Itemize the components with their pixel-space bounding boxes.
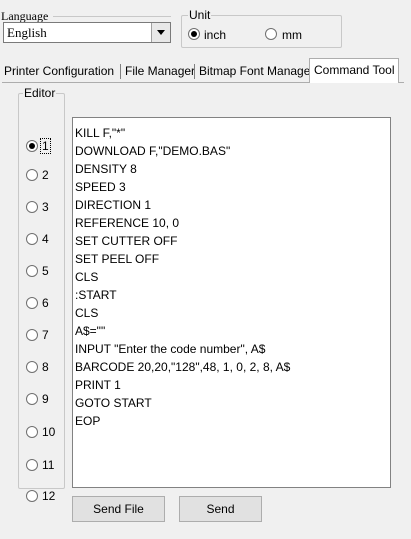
- editor-label-7[interactable]: 7: [42, 328, 49, 342]
- editor-radio-7[interactable]: [26, 329, 38, 341]
- code-line: PRINT 1: [75, 378, 121, 392]
- code-line: SPEED 3: [75, 180, 126, 194]
- editor-radio-3[interactable]: [26, 201, 38, 213]
- send-button[interactable]: Send: [179, 496, 262, 522]
- code-line: DIRECTION 1: [75, 198, 152, 212]
- tab-printer-configuration[interactable]: Printer Configuration: [2, 60, 116, 82]
- editor-radio-12[interactable]: [26, 490, 38, 502]
- language-legend: Language: [1, 9, 51, 23]
- code-line: CLS: [75, 306, 99, 320]
- code-line: EOP: [75, 414, 101, 428]
- chevron-down-icon: [157, 30, 165, 35]
- tab-bitmap-font-manager[interactable]: Bitmap Font Manager: [197, 60, 316, 82]
- editor-radio-8[interactable]: [26, 361, 38, 373]
- code-line: REFERENCE 10, 0: [75, 216, 180, 230]
- code-line: INPUT "Enter the code number", A$: [75, 342, 266, 356]
- editor-radio-10[interactable]: [26, 426, 38, 438]
- tab-command-tool[interactable]: Command Tool: [309, 58, 400, 83]
- unit-legend: Unit: [188, 8, 212, 22]
- language-dropdown-button[interactable]: [151, 23, 170, 42]
- unit-radio-inch[interactable]: [188, 28, 200, 40]
- editor-label-5[interactable]: 5: [42, 264, 49, 278]
- editor-label-6[interactable]: 6: [42, 296, 49, 310]
- send-file-button[interactable]: Send File: [72, 496, 165, 522]
- editor-radio-4[interactable]: [26, 233, 38, 245]
- code-line: KILL F,"*": [75, 126, 126, 140]
- code-line: SET PEEL OFF: [75, 252, 160, 266]
- editor-radio-1[interactable]: [26, 140, 38, 152]
- editor-radio-6[interactable]: [26, 297, 38, 309]
- editor-radio-9[interactable]: [26, 393, 38, 405]
- code-line: DENSITY 8: [75, 162, 137, 176]
- tab-separator: [194, 64, 195, 79]
- editor-label-1[interactable]: 1: [40, 138, 51, 154]
- editor-label-3[interactable]: 3: [42, 200, 49, 214]
- code-line: BARCODE 20,20,"128",48, 1, 0, 2, 8, A$: [75, 360, 291, 374]
- language-select[interactable]: English: [3, 22, 171, 43]
- code-line: GOTO START: [75, 396, 152, 410]
- editor-label-8[interactable]: 8: [42, 360, 49, 374]
- code-line: A$="": [75, 324, 106, 338]
- language-frame-top: [53, 16, 171, 17]
- code-line: SET CUTTER OFF: [75, 234, 178, 248]
- editor-label-10[interactable]: 10: [42, 425, 55, 439]
- tab-separator: [120, 64, 121, 79]
- command-editor-textarea[interactable]: KILL F,"*" DOWNLOAD F,"DEMO.BAS" DENSITY…: [72, 117, 391, 488]
- editor-radio-11[interactable]: [26, 459, 38, 471]
- editor-radio-5[interactable]: [26, 265, 38, 277]
- code-line: CLS: [75, 270, 99, 284]
- tab-bar: Printer Configuration File Manager Bitma…: [2, 58, 404, 83]
- editor-label-9[interactable]: 9: [42, 392, 49, 406]
- tab-file-manager[interactable]: File Manager: [123, 60, 197, 82]
- unit-label-inch[interactable]: inch: [204, 28, 226, 42]
- editor-label-11[interactable]: 11: [42, 458, 54, 472]
- editor-radio-2[interactable]: [26, 169, 38, 181]
- unit-radio-mm[interactable]: [265, 28, 277, 40]
- language-select-value: English: [7, 25, 47, 40]
- code-line: DOWNLOAD F,"DEMO.BAS": [75, 144, 231, 158]
- unit-label-mm[interactable]: mm: [282, 28, 302, 42]
- editor-label-4[interactable]: 4: [42, 232, 49, 246]
- editor-label-2[interactable]: 2: [42, 168, 49, 182]
- editor-label-12[interactable]: 12: [42, 489, 55, 503]
- editor-legend: Editor: [23, 86, 57, 100]
- code-line: :START: [75, 288, 117, 302]
